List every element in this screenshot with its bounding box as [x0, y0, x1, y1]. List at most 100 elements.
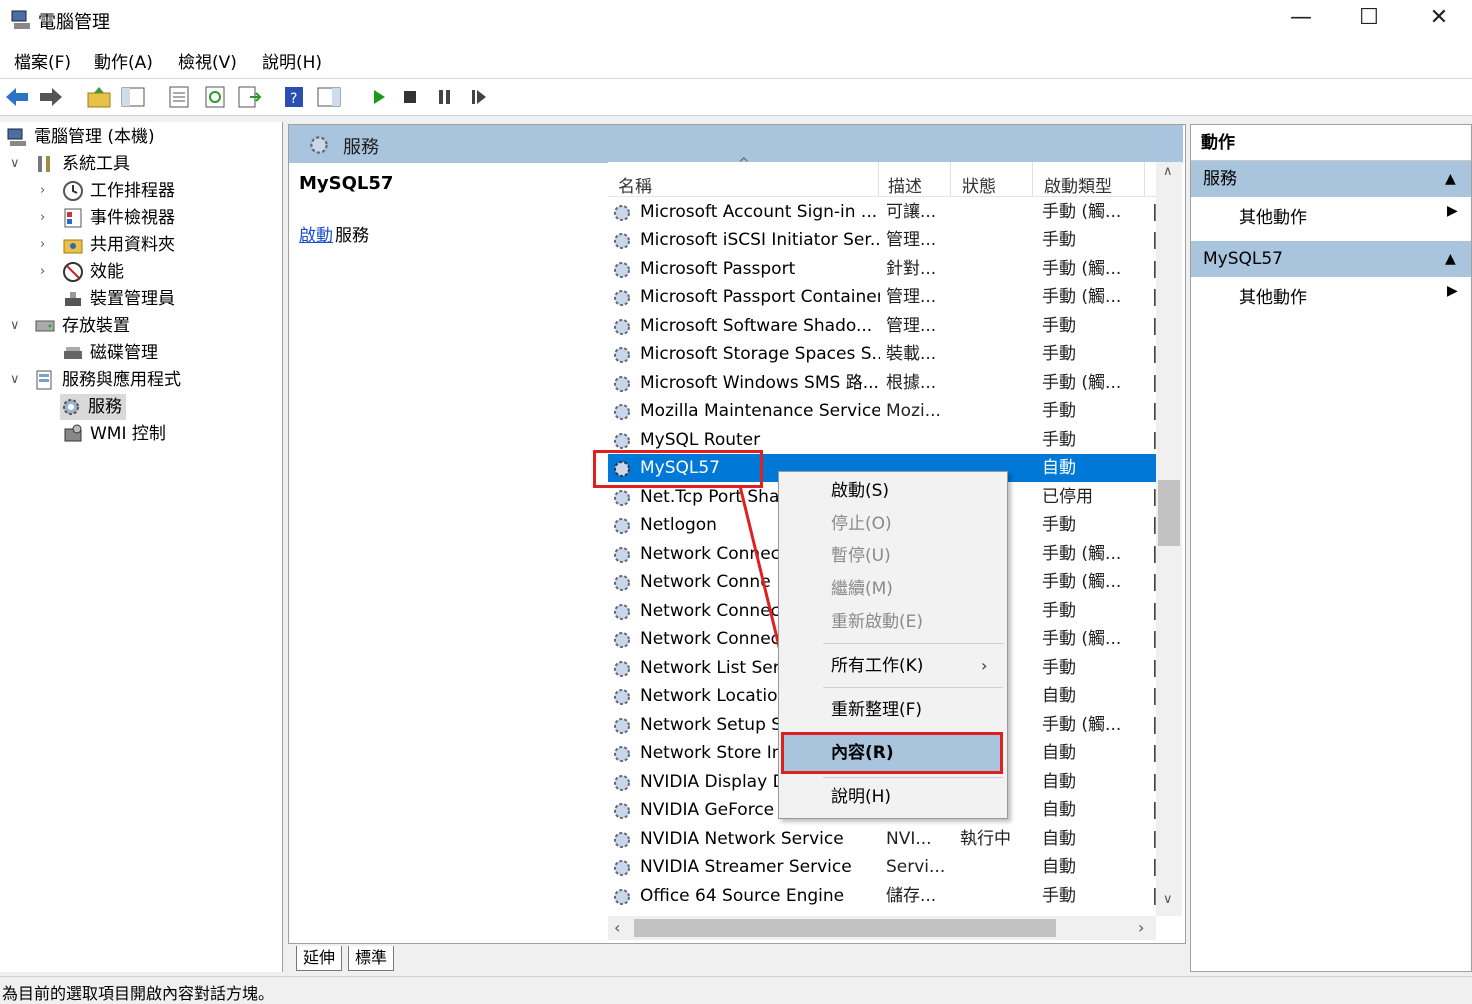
scroll-up-icon[interactable]: ∧ [1163, 164, 1173, 179]
minimize-button[interactable]: — [1266, 0, 1336, 36]
tab-extended[interactable]: 延伸 [296, 946, 343, 971]
ctx-properties-highlight[interactable]: 內容(R) [781, 732, 1003, 774]
horizontal-scrollbar[interactable]: ‹ › [608, 916, 1156, 940]
chevron-right-icon[interactable]: › [40, 237, 45, 252]
column-startup-type[interactable]: 啟動類型 [1044, 172, 1112, 197]
chevron-down-icon[interactable]: ∨ [10, 156, 20, 171]
tree-disk-management[interactable]: 磁碟管理 [62, 340, 158, 366]
start-service-icon[interactable] [366, 85, 392, 109]
table-row[interactable]: Microsoft Software Shado... 管理... 手動 | [608, 312, 1156, 340]
table-row[interactable]: Mozilla Maintenance Service Mozi... 手動 | [608, 397, 1156, 425]
tree-services[interactable]: 服務 [60, 394, 126, 420]
gear-icon [614, 518, 630, 534]
actions-section-mysql57-label: MySQL57 [1203, 249, 1284, 269]
back-arrow-icon[interactable] [4, 85, 30, 109]
table-row[interactable]: NVIDIA Streamer Service Servi... 自動 | [608, 853, 1156, 881]
start-service-suffix: 服務 [335, 226, 369, 246]
table-row[interactable]: Office 64 Source Engine 儲存... 手動 | [608, 882, 1156, 910]
submenu-arrow-icon[interactable]: ▶ [1447, 203, 1458, 219]
scroll-down-icon[interactable]: ∨ [1163, 892, 1173, 907]
tree-services-apps-label: 服務與應用程式 [62, 370, 181, 390]
forward-arrow-icon[interactable] [38, 85, 64, 109]
column-description[interactable]: 描述 [888, 172, 922, 197]
pause-service-icon[interactable] [432, 85, 458, 109]
ctx-all-tasks[interactable]: 所有工作(K) [831, 650, 923, 682]
tree-task-scheduler[interactable]: 工作排程器 [62, 178, 175, 204]
tab-standard[interactable]: 標準 [348, 946, 395, 971]
table-row[interactable]: Microsoft Passport Container 管理... 手動 (觸..… [608, 283, 1156, 311]
ctx-help[interactable]: 說明(H) [831, 781, 891, 813]
refresh-icon[interactable] [202, 85, 228, 109]
scroll-right-icon[interactable]: › [1138, 918, 1144, 937]
more-actions-2[interactable]: 其他動作 [1239, 283, 1307, 308]
actions-section-mysql57[interactable]: MySQL57 ▲ [1191, 241, 1471, 277]
up-folder-icon[interactable] [86, 85, 112, 109]
menu-help[interactable]: 說明(H) [262, 48, 322, 73]
scroll-left-icon[interactable]: ‹ [614, 918, 620, 937]
maximize-button[interactable]: ☐ [1334, 0, 1404, 36]
table-row[interactable]: NVIDIA Network Service NVI... 執行中 自動 | [608, 825, 1156, 853]
tree-device-manager[interactable]: 裝置管理員 [62, 286, 175, 312]
gear-icon [614, 347, 630, 363]
ctx-start[interactable]: 啟動(S) [831, 475, 889, 507]
restart-service-icon[interactable] [466, 85, 492, 109]
menu-action[interactable]: 動作(A) [94, 48, 153, 73]
table-row[interactable]: Microsoft Storage Spaces S... 裝載... 手動 | [608, 340, 1156, 368]
status-bar: 為目前的選取項目開啟內容對話方塊。 [0, 976, 1472, 1003]
chevron-right-icon[interactable]: › [40, 264, 45, 279]
collapse-icon[interactable]: ▲ [1445, 161, 1456, 197]
actions-header: 動作 [1191, 125, 1471, 161]
tree-wmi[interactable]: WMI 控制 [62, 421, 166, 447]
ctx-properties[interactable]: 內容(R) [831, 739, 894, 767]
export-list-icon[interactable] [236, 85, 262, 109]
properties-icon[interactable] [166, 85, 192, 109]
table-row[interactable]: Microsoft Passport 針對... 手動 (觸... | [608, 255, 1156, 283]
wmi-icon [64, 424, 82, 442]
gear-icon [614, 262, 630, 278]
tree-root[interactable]: 電腦管理 (本機) [6, 124, 155, 150]
submenu-arrow-icon[interactable]: ▶ [1447, 283, 1458, 299]
ctx-restart: 重新啟動(E) [831, 612, 924, 632]
help-icon[interactable]: ? [282, 85, 308, 109]
clock-icon [63, 181, 83, 201]
table-row[interactable]: Microsoft Windows SMS 路... 根據... 手動 (觸... | [608, 369, 1156, 397]
chevron-right-icon[interactable]: › [40, 183, 45, 198]
tree-services-apps[interactable]: 服務與應用程式 [34, 367, 181, 393]
menu-file[interactable]: 檔案(F) [14, 48, 71, 73]
gear-icon [614, 433, 630, 449]
h-scroll-thumb[interactable] [634, 919, 1056, 937]
column-name[interactable]: 名稱 [618, 172, 652, 197]
ctx-refresh[interactable]: 重新整理(F) [831, 694, 922, 726]
tree-performance[interactable]: 效能 [62, 259, 124, 285]
collapse-icon[interactable]: ▲ [1445, 241, 1456, 277]
table-row[interactable]: Microsoft iSCSI Initiator Ser... 管理... 手動 | [608, 226, 1156, 254]
show-hide-tree-icon[interactable] [120, 85, 146, 109]
console-tree: 電腦管理 (本機) ∨ 系統工具 › 工作排程器 › 事件檢視器 › 共用資料夾… [0, 122, 283, 972]
actions-section-services[interactable]: 服務 ▲ [1191, 161, 1471, 197]
menu-view[interactable]: 檢視(V) [178, 48, 237, 73]
action-pane-icon[interactable] [316, 85, 342, 109]
close-button[interactable]: ✕ [1404, 0, 1472, 36]
start-service-link[interactable]: 啟動 [299, 221, 333, 246]
table-row[interactable]: Microsoft Account Sign-in ... 可讓... 手動 (觸.… [608, 198, 1156, 226]
tree-shared-folders[interactable]: 共用資料夾 [62, 232, 175, 258]
chevron-right-icon[interactable]: › [40, 210, 45, 225]
gear-icon [310, 136, 328, 154]
chevron-down-icon[interactable]: ∨ [10, 318, 20, 333]
column-status[interactable]: 狀態 [962, 172, 996, 197]
tree-system-tools[interactable]: 系統工具 [34, 151, 130, 177]
tree-event-viewer[interactable]: 事件檢視器 [62, 205, 175, 231]
vertical-scrollbar[interactable]: ∧ ∨ [1156, 162, 1182, 916]
more-actions-1[interactable]: 其他動作 [1239, 203, 1307, 228]
tree-storage[interactable]: 存放裝置 [34, 313, 130, 339]
gear-icon [614, 689, 630, 705]
selected-service-title: MySQL57 [299, 173, 394, 194]
gear-icon [614, 718, 630, 734]
svg-text:?: ? [290, 91, 297, 107]
toolbar: ? [0, 79, 1472, 116]
stop-service-icon[interactable] [398, 85, 424, 109]
service-detail-panel: MySQL57 啟動 服務 [289, 163, 595, 941]
scroll-thumb[interactable] [1158, 480, 1180, 546]
chevron-down-icon[interactable]: ∨ [10, 372, 20, 387]
ctx-resume: 繼續(M) [831, 579, 893, 599]
